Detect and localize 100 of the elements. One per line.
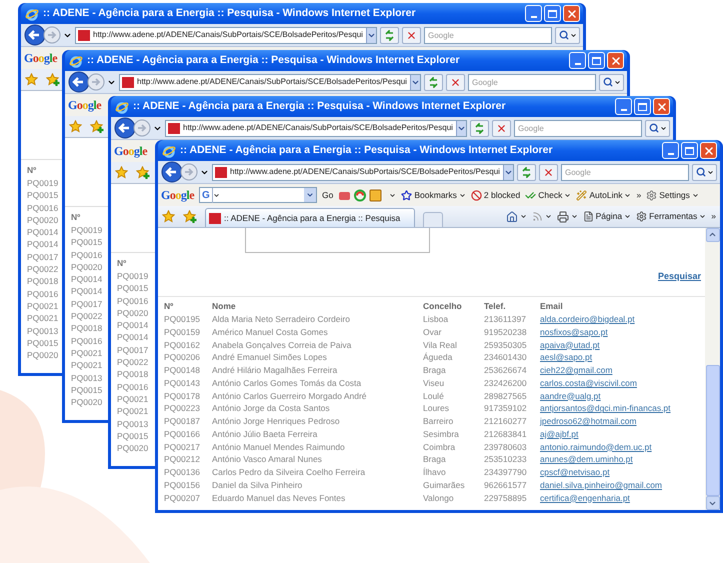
address-field[interactable]: http://www.adene.pt/ADENE/Canais/SubPortais/SCE/BolsadePeritos/Pesqui (165, 120, 467, 136)
search-button[interactable] (692, 164, 717, 180)
maximize-button[interactable] (634, 98, 651, 115)
tools-menu-button[interactable]: Ferramentas (636, 210, 706, 223)
favorites-star-icon[interactable] (25, 73, 38, 86)
add-favorite-icon[interactable] (46, 73, 60, 86)
home-button[interactable] (506, 210, 527, 222)
refresh-button[interactable] (517, 164, 536, 180)
email-link[interactable]: aj@ajbf.pt (540, 428, 578, 439)
favorites-star-icon[interactable] (162, 210, 175, 223)
maximize-button[interactable] (588, 52, 605, 69)
address-field[interactable]: http://www.adene.pt/ADENE/Canais/SubPortais/SCE/BolsadePeritos/Pesqui (75, 26, 377, 44)
forward-button[interactable] (180, 163, 198, 181)
caret-icon (564, 192, 572, 198)
stop-icon (496, 122, 507, 134)
scroll-down-button[interactable] (706, 496, 720, 510)
popup-blocker-button[interactable]: 2 blocked (470, 188, 520, 202)
minimize-button[interactable] (662, 142, 679, 159)
back-button[interactable] (24, 24, 46, 46)
favorites-star-icon[interactable] (69, 120, 82, 133)
stop-button[interactable] (492, 120, 511, 136)
email-link[interactable]: anunes@dem.uminho.pt (540, 454, 633, 464)
table-cell: PQ0021 (27, 312, 58, 325)
table-cell: Viseu (423, 376, 484, 390)
search-button[interactable] (555, 26, 580, 44)
add-favorite-icon[interactable] (136, 166, 150, 179)
scroll-up-button[interactable] (706, 228, 720, 242)
email-link[interactable]: alda.cordeiro@bigdeal.pt (540, 314, 635, 324)
address-dropdown-button[interactable] (456, 120, 466, 136)
address-dropdown-button[interactable] (502, 164, 513, 180)
spell-check-button[interactable]: Check (525, 188, 572, 202)
site-icon (215, 166, 227, 178)
maximize-button[interactable] (681, 142, 698, 159)
email-link[interactable]: antjorsantos@dgci.min-financas.pt (540, 403, 671, 414)
email-link[interactable]: apaiva@utad.pt (540, 340, 600, 350)
address-dropdown-button[interactable] (366, 28, 376, 42)
address-dropdown-button[interactable] (410, 74, 420, 90)
back-button[interactable] (68, 71, 90, 93)
email-link[interactable]: aandre@ualg.pt (540, 390, 601, 400)
minimize-button[interactable] (569, 52, 586, 69)
table-cell: Águeda (423, 351, 484, 364)
refresh-button[interactable] (380, 26, 399, 44)
email-link[interactable]: jpedroso62@hotmail.com (540, 416, 637, 426)
forward-button[interactable] (133, 119, 151, 137)
page-icon (582, 211, 594, 222)
back-button[interactable] (161, 161, 183, 183)
settings-button[interactable]: Settings (646, 188, 699, 202)
stop-button[interactable] (446, 74, 465, 90)
add-favorite-icon[interactable] (90, 120, 104, 133)
address-field[interactable]: http://www.adene.pt/ADENE/Canais/SubPortais/SCE/BolsadePeritos/Pesqui (212, 164, 514, 180)
close-button[interactable] (563, 5, 580, 22)
table-cell: 239780603 (484, 440, 540, 454)
search-button[interactable] (645, 120, 670, 136)
refresh-button[interactable] (470, 120, 489, 136)
browser-tab[interactable]: :: ADENE - Agência para a Energia :: Pesquisa (205, 208, 415, 227)
minimize-button[interactable] (615, 98, 632, 115)
stop-button[interactable] (539, 164, 558, 180)
autolink-button[interactable]: AutoLink (576, 188, 632, 202)
print-button[interactable] (556, 210, 578, 222)
favorites-star-icon[interactable] (115, 166, 128, 179)
vertical-scrollbar[interactable] (705, 228, 720, 510)
add-favorite-icon[interactable] (183, 210, 197, 223)
more-commands-button[interactable]: » (711, 210, 716, 223)
close-button[interactable] (700, 142, 717, 159)
close-button[interactable] (607, 52, 624, 69)
column-header: Nome (212, 300, 423, 313)
email-link[interactable]: aesl@sapo.pt (540, 352, 592, 362)
search-field[interactable]: Google (514, 120, 642, 136)
search-field[interactable]: Google (561, 164, 689, 180)
scrollbar-thumb[interactable] (706, 364, 720, 496)
email-link[interactable]: cieh22@gmail.com (540, 365, 612, 375)
back-button[interactable] (114, 117, 136, 139)
search-field[interactable]: Google (424, 26, 552, 44)
stop-button[interactable] (402, 26, 421, 44)
forward-button[interactable] (43, 26, 61, 44)
search-field[interactable]: Google (468, 74, 596, 90)
minimize-button[interactable] (525, 5, 542, 22)
more-tools-button[interactable]: » (636, 188, 642, 202)
ie-logo-icon (69, 54, 83, 68)
address-field[interactable]: http://www.adene.pt/ADENE/Canais/SubPortais/SCE/BolsadePeritos/Pesqui (119, 74, 421, 90)
search-engine-button[interactable]: G (200, 188, 213, 202)
toolbar-icons-drawing[interactable] (338, 188, 384, 202)
email-link[interactable]: nosfixos@sapo.pt (540, 326, 608, 337)
bookmarks-button[interactable]: Bookmarks (401, 188, 466, 202)
search-button[interactable] (599, 74, 624, 90)
email-link[interactable]: daniel.silva.pinheiro@gmail.com (540, 480, 662, 490)
go-button[interactable]: Go (322, 188, 334, 202)
google-search-field[interactable]: G (199, 187, 318, 203)
feeds-button[interactable] (532, 211, 552, 222)
email-link[interactable]: carlos.costa@viscivil.com (540, 378, 637, 388)
caret-icon (706, 168, 714, 176)
search-link[interactable]: Pesquisar (658, 270, 701, 284)
page-menu-button[interactable]: Página (582, 210, 632, 223)
close-button[interactable] (653, 98, 670, 115)
maximize-button[interactable] (544, 5, 561, 22)
email-link[interactable]: certifica@engenharia.pt (540, 492, 630, 502)
refresh-button[interactable] (424, 74, 443, 90)
forward-button[interactable] (87, 73, 105, 91)
email-link[interactable]: cpscf@netvisao.pt (540, 467, 610, 477)
email-link[interactable]: antonio.raimundo@dem.uc.pt (540, 442, 652, 452)
